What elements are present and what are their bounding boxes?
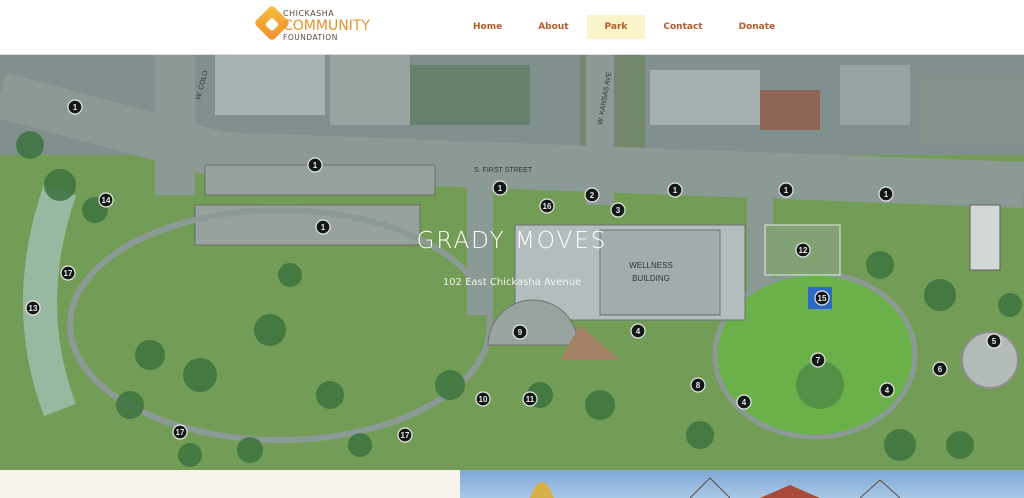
svg-text:4: 4	[885, 386, 890, 395]
photo-strip	[460, 470, 1024, 498]
hero-section: WELLNESS BUILDING S. FIRST STREET W. COL…	[0, 55, 1024, 470]
svg-text:11: 11	[526, 395, 535, 404]
map-marker: 7	[810, 352, 826, 368]
svg-text:3: 3	[616, 206, 621, 215]
svg-text:10: 10	[479, 395, 488, 404]
nav-contact[interactable]: Contact	[645, 15, 720, 39]
nav-park[interactable]: Park	[586, 15, 646, 39]
map-marker: 13	[25, 300, 41, 316]
svg-text:4: 4	[636, 327, 641, 336]
map-marker: 15	[814, 290, 830, 306]
svg-text:6: 6	[938, 365, 943, 374]
map-marker: 10	[475, 391, 491, 407]
logo-line2: COMMUNITY	[283, 18, 370, 34]
svg-text:17: 17	[401, 431, 410, 440]
svg-text:1: 1	[498, 184, 503, 193]
logo-text: CHICKASHA COMMUNITY FOUNDATION	[283, 10, 370, 42]
svg-text:1: 1	[784, 186, 789, 195]
svg-text:8: 8	[696, 381, 701, 390]
map-marker: 5	[986, 333, 1002, 349]
nav-about[interactable]: About	[520, 15, 586, 39]
svg-text:14: 14	[102, 196, 111, 205]
svg-text:1: 1	[313, 161, 318, 170]
map-marker: 1	[67, 99, 83, 115]
photo-image	[530, 477, 901, 498]
map-marker: 8	[690, 377, 706, 393]
main-nav: Home About Park Contact Donate	[455, 15, 793, 39]
nav-donate[interactable]: Donate	[721, 15, 794, 39]
map-marker: 6	[932, 361, 948, 377]
svg-text:13: 13	[29, 304, 38, 313]
content-panel	[0, 470, 460, 498]
map-marker: 9	[512, 324, 528, 340]
map-marker: 2	[584, 187, 600, 203]
svg-text:1: 1	[884, 190, 889, 199]
svg-text:7: 7	[816, 356, 821, 365]
hero-title: GRADY MOVES	[416, 228, 608, 254]
map-marker: 1	[878, 186, 894, 202]
svg-text:17: 17	[176, 428, 185, 437]
park-map: WELLNESS BUILDING S. FIRST STREET W. COL…	[0, 55, 1024, 470]
map-marker: 4	[879, 382, 895, 398]
map-marker: 17	[397, 427, 413, 443]
building-label-1: WELLNESS	[629, 261, 673, 270]
map-marker: 4	[630, 323, 646, 339]
nav-home[interactable]: Home	[455, 15, 520, 39]
map-marker: 1	[492, 180, 508, 196]
svg-text:1: 1	[73, 103, 78, 112]
logo-line1: CHICKASHA	[283, 9, 335, 18]
svg-text:9: 9	[518, 328, 523, 337]
svg-text:4: 4	[742, 398, 747, 407]
hero-subtitle: 102 East Chickasha Avenue	[442, 277, 582, 288]
map-marker: 1	[307, 157, 323, 173]
street-label-first: S. FIRST STREET	[474, 167, 533, 174]
svg-text:1: 1	[673, 186, 678, 195]
site-header: CHICKASHA COMMUNITY FOUNDATION Home Abou…	[0, 0, 1024, 55]
svg-text:15: 15	[818, 294, 827, 303]
map-marker: 16	[539, 198, 555, 214]
svg-text:16: 16	[543, 202, 552, 211]
logo-line3: FOUNDATION	[283, 33, 338, 42]
map-marker: 11	[522, 391, 538, 407]
map-marker: 14	[98, 192, 114, 208]
map-marker: 3	[610, 202, 626, 218]
map-marker: 1	[778, 182, 794, 198]
map-marker: 4	[736, 394, 752, 410]
map-marker: 17	[172, 424, 188, 440]
logo[interactable]: CHICKASHA COMMUNITY FOUNDATION	[253, 4, 370, 48]
svg-text:2: 2	[590, 191, 595, 200]
svg-text:5: 5	[992, 337, 997, 346]
map-marker: 1	[667, 182, 683, 198]
